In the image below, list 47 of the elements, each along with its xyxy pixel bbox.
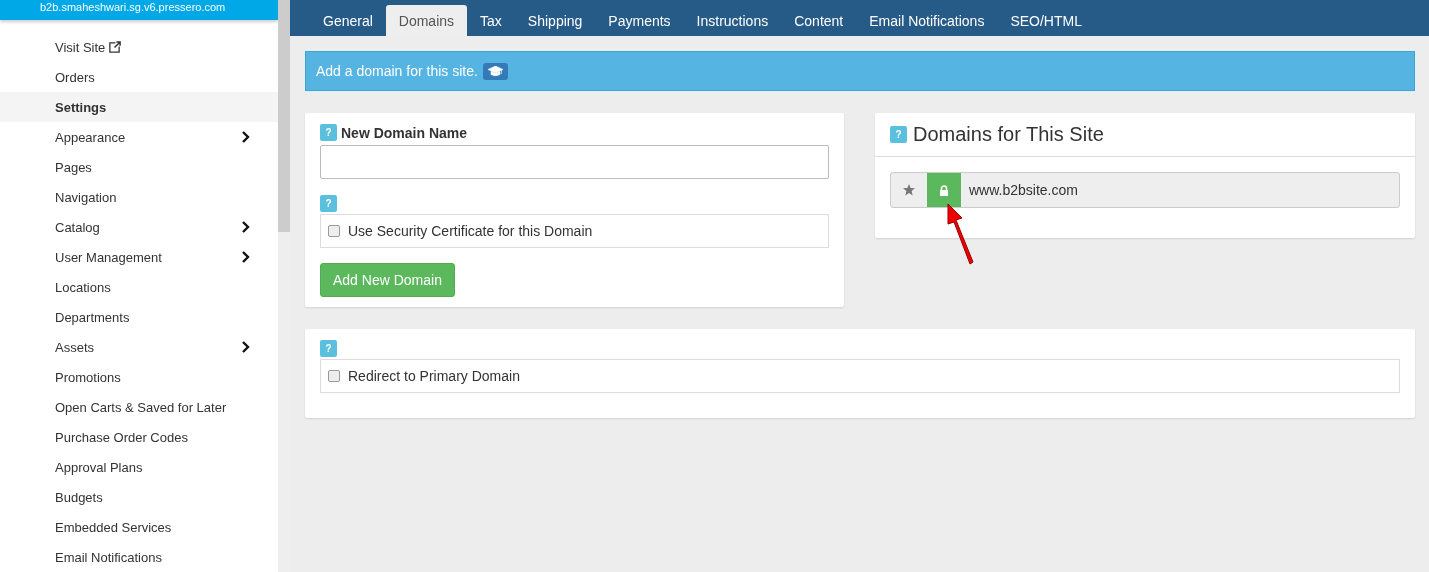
sidebar-item[interactable]: Appearance (0, 122, 278, 152)
sidebar-item[interactable]: Visit Site (0, 32, 278, 62)
tab[interactable]: Shipping (514, 5, 596, 36)
scrollbar[interactable] (278, 0, 290, 572)
sidebar-item[interactable]: Catalog (0, 212, 278, 242)
star-icon (903, 184, 915, 196)
graduation-cap-icon[interactable] (482, 62, 508, 80)
sidebar-item[interactable]: Orders (0, 62, 278, 92)
sidebar-item[interactable]: Budgets (0, 482, 278, 512)
domain-name: www.b2bsite.com (968, 181, 1078, 200)
sidebar-item[interactable]: User Management (0, 242, 278, 272)
tab[interactable]: SEO/HTML (997, 5, 1095, 36)
tab[interactable]: General (310, 5, 386, 36)
field-label: New Domain Name (341, 124, 468, 141)
chevron-right-icon (240, 251, 250, 263)
sidebar-item[interactable]: Departments (0, 302, 278, 332)
alert-message: Add a domain for this site. (316, 63, 478, 79)
site-address: b2b.smaheshwari.sg.v6.pressero.com (0, 0, 278, 20)
checkbox[interactable] (328, 225, 340, 237)
sidebar-item[interactable]: Purchase Order Codes (0, 422, 278, 452)
sidebar-item[interactable]: Approval Plans (0, 452, 278, 482)
tab[interactable]: Payments (595, 5, 684, 36)
sidebar-item[interactable]: Email Notifications (0, 542, 278, 572)
sidebar-item[interactable]: Assets (0, 332, 278, 362)
chevron-right-icon (240, 131, 250, 143)
tab[interactable]: Content (781, 5, 857, 36)
checkbox-row[interactable]: Redirect to Primary Domain (320, 359, 1400, 393)
tab[interactable]: Instructions (683, 5, 782, 36)
sidebar-item[interactable]: Pages (0, 152, 278, 182)
input-field[interactable] (320, 145, 829, 179)
sidebar-item[interactable]: Open Carts & Saved for Later (0, 392, 278, 422)
tab[interactable]: Tax (467, 5, 515, 36)
chevron-right-icon (240, 341, 250, 353)
panel-title: Domains for This Site (913, 123, 1104, 146)
tab[interactable]: Email Notifications (856, 5, 998, 36)
checkbox[interactable] (328, 370, 340, 382)
checkbox-row[interactable]: Use Security Certificate for this Domain (320, 214, 829, 248)
sidebar-item[interactable]: Promotions (0, 362, 278, 392)
tab[interactable]: Domains (385, 5, 468, 36)
lock-button[interactable] (927, 173, 961, 207)
chevron-right-icon (240, 221, 250, 233)
external-link-icon (108, 40, 122, 54)
sidebar-item[interactable]: Settings (0, 92, 278, 122)
lock-icon (939, 184, 949, 196)
sidebar-item[interactable]: Embedded Services (0, 512, 278, 542)
sidebar-item[interactable]: Navigation (0, 182, 278, 212)
sidebar-item[interactable]: Locations (0, 272, 278, 302)
